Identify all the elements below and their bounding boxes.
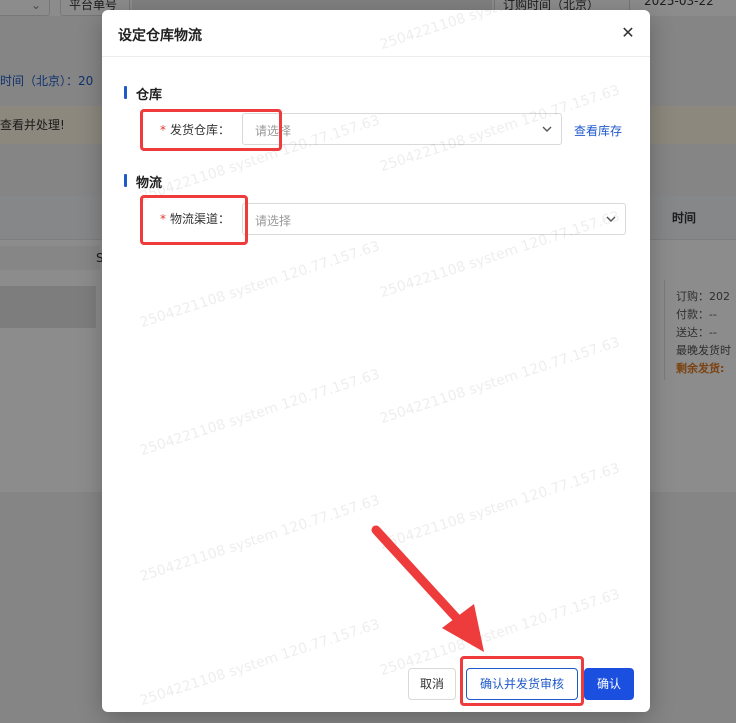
chevron-down-icon <box>542 126 552 132</box>
watermark: 2504221108 system 120.77.157.63 <box>378 586 622 680</box>
confirm-and-review-button[interactable]: 确认并发货审核 <box>466 668 578 700</box>
section-title-logistics: 物流 <box>124 172 162 191</box>
watermark: 2504221108 system 120.77.157.63 <box>138 616 382 710</box>
dialog-title: 设定仓库物流 <box>118 28 202 44</box>
chevron-down-icon <box>606 216 616 222</box>
required-mark: * <box>160 123 166 137</box>
field-label-logistics: * 物流渠道： <box>160 210 230 227</box>
watermark: 2504221108 system 120.77.157.63 <box>138 492 382 586</box>
cancel-button[interactable]: 取消 <box>408 668 456 700</box>
confirm-button[interactable]: 确认 <box>584 668 634 700</box>
field-label-logistics-text: 物流渠道： <box>170 212 231 226</box>
warehouse-select[interactable]: 请选择 <box>242 113 562 145</box>
close-icon[interactable]: ✕ <box>620 25 636 41</box>
section-title-warehouse: 仓库 <box>124 84 162 103</box>
warehouse-logistics-dialog: 设定仓库物流 ✕ 仓库 * 发货仓库： 请选择 查看库存 物流 * 物流渠道： 请选… <box>102 10 650 712</box>
logistics-select-placeholder: 请选择 <box>255 214 292 228</box>
view-stock-link[interactable]: 查看库存 <box>574 122 622 139</box>
logistics-channel-select[interactable]: 请选择 <box>242 203 626 235</box>
dialog-header-divider <box>102 56 650 57</box>
watermark: 2504221108 system 120.77.157.63 <box>138 366 382 460</box>
watermark: 2504221108 system 120.77.157.63 <box>138 238 382 332</box>
watermark: 2504221108 system 120.77.157.63 <box>378 334 622 428</box>
watermark: 2504221108 system 120.77.157.63 <box>378 10 622 53</box>
warehouse-select-placeholder: 请选择 <box>255 124 292 138</box>
field-label-warehouse: * 发货仓库： <box>160 121 230 138</box>
field-label-warehouse-text: 发货仓库： <box>170 123 231 137</box>
required-mark: * <box>160 212 166 226</box>
watermark: 2504221108 system 120.77.157.63 <box>378 460 622 554</box>
